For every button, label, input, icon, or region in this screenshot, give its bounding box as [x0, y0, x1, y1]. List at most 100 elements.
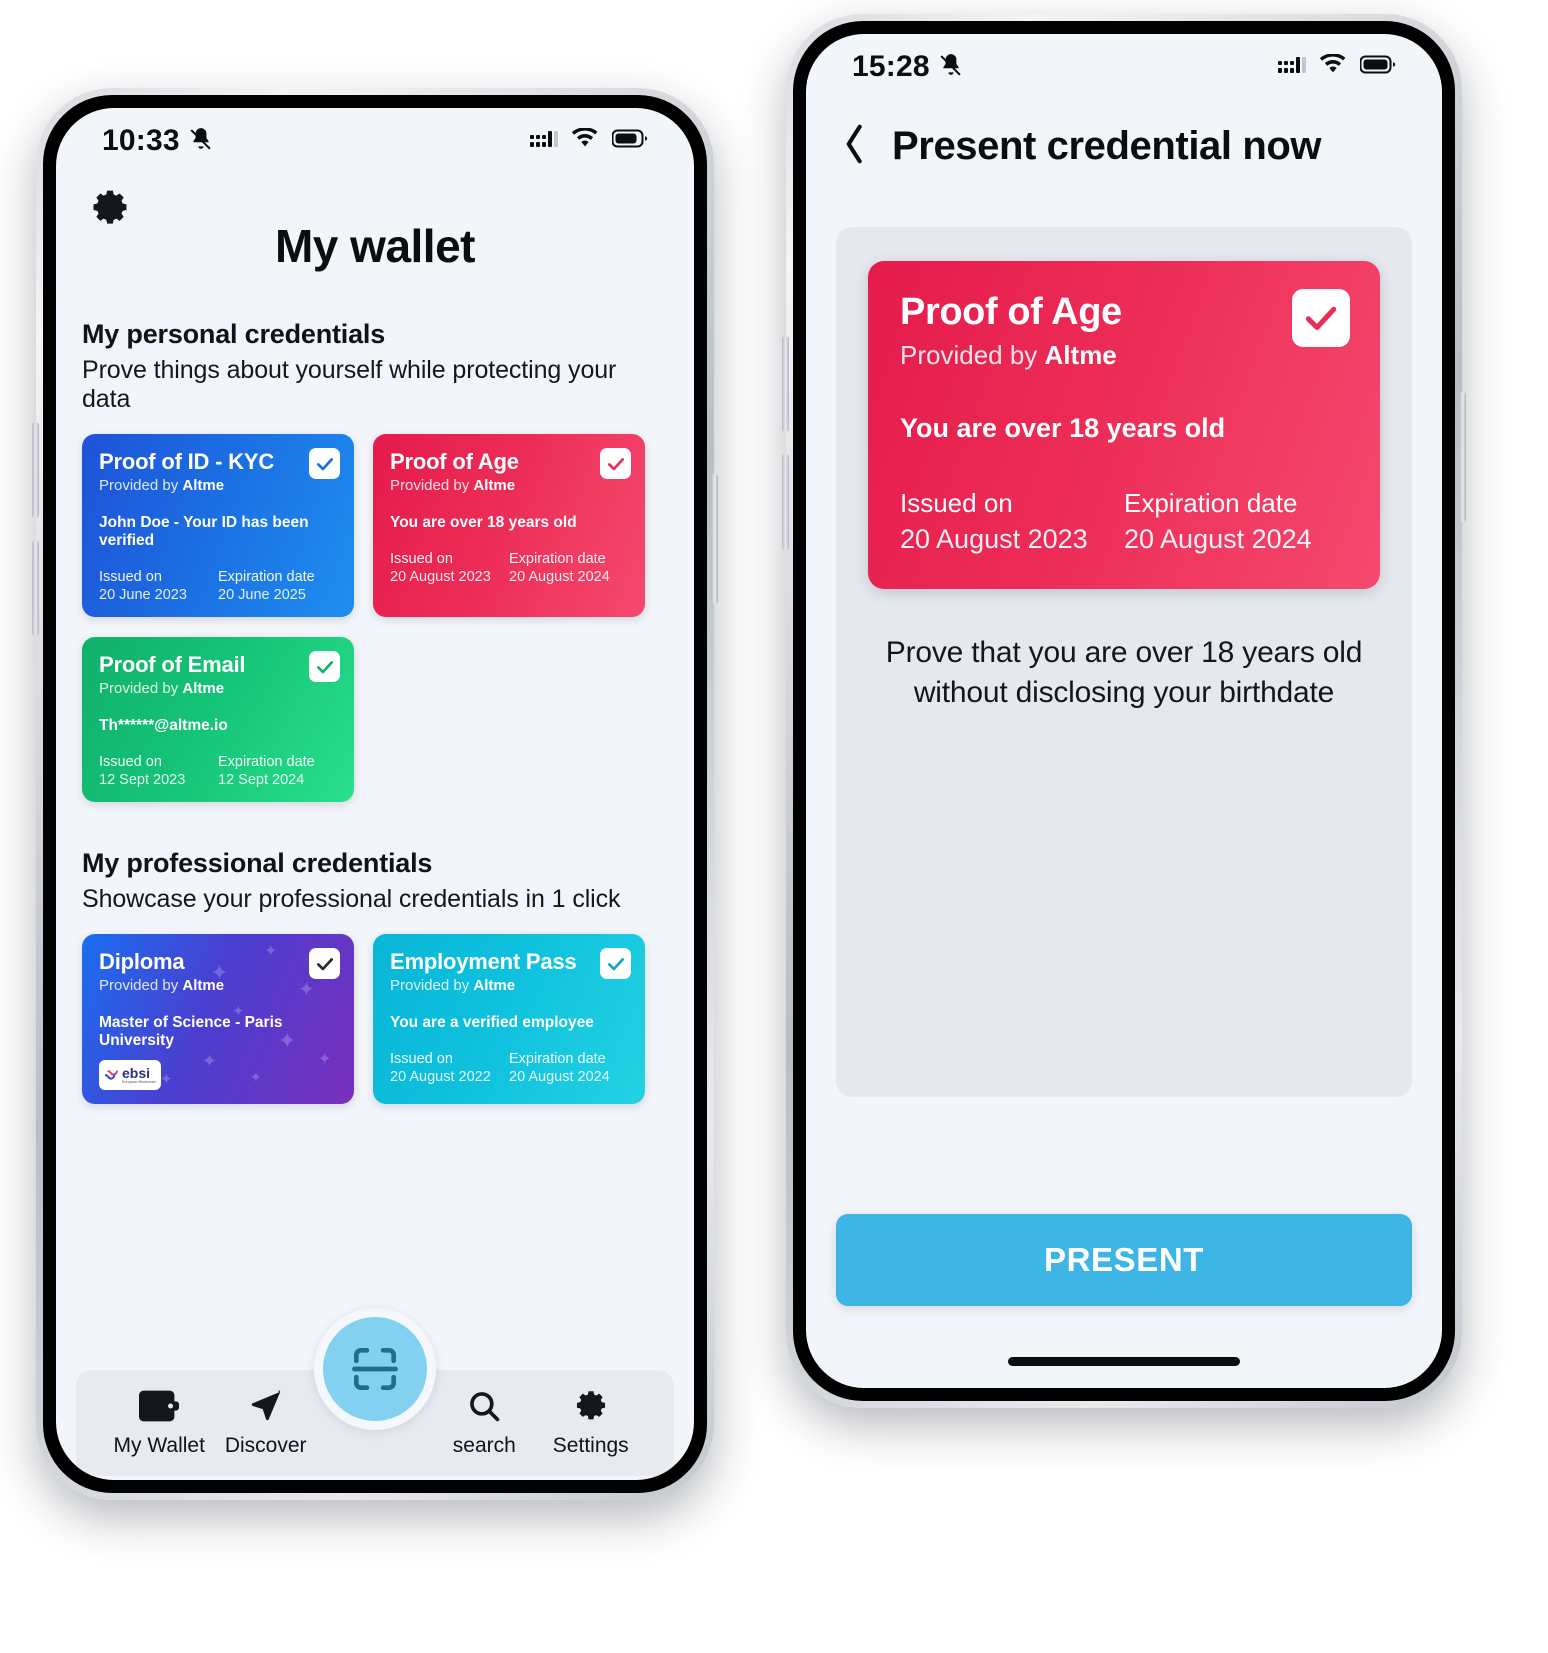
issued-value: 20 August 2023 — [900, 524, 1088, 554]
present-button[interactable]: PRESENT — [836, 1214, 1412, 1306]
expiration-date: Expiration date 12 Sept 2024 — [218, 754, 337, 788]
volume-down-button[interactable] — [32, 540, 39, 636]
credential-claim: Th******@altme.io — [99, 717, 228, 735]
sidebar-item-settings[interactable]: Settings — [538, 1389, 644, 1458]
volume-up-button[interactable] — [32, 422, 39, 518]
credential-title: Proof of Age — [900, 291, 1122, 333]
issued-label: Issued on — [99, 569, 162, 586]
power-button[interactable] — [1459, 392, 1466, 522]
section-professional-credentials: My professional credentials Showcase you… — [56, 848, 694, 1105]
provider-name: Altme — [182, 680, 225, 698]
chevron-left-icon — [846, 124, 862, 164]
credential-description: Prove that you are over 18 years old wit… — [885, 636, 1363, 709]
credential-dates: Issued on 20 June 2023 Expiration date 2… — [99, 569, 337, 603]
provider-prefix: Provided by — [99, 477, 183, 495]
credential-card-proof-of-id[interactable]: Proof of ID - KYC Provided by Altme John… — [82, 434, 354, 618]
provider-prefix: Provided by — [390, 977, 474, 995]
checkbox-selected[interactable] — [1292, 289, 1350, 347]
app-header: Present credential now — [806, 100, 1442, 171]
expiration-label: Expiration date — [1124, 488, 1298, 518]
section-subheading: Prove things about yourself while protec… — [82, 356, 617, 413]
provider-prefix: Provided by — [99, 977, 183, 995]
provider-name: Altme — [182, 977, 225, 995]
credential-claim: John Doe - Your ID has been verified — [99, 514, 309, 550]
expiration-value: 20 August 2024 — [1124, 524, 1312, 554]
expiration-value: 20 June 2025 — [218, 587, 306, 604]
expiration-date: Expiration date 20 August 2024 — [509, 551, 628, 585]
gear-icon — [93, 190, 127, 224]
expiration-label: Expiration date — [218, 569, 315, 586]
volume-up-button[interactable] — [782, 336, 789, 432]
phone-device-present: 15:28 Present credential now Proof of Ag… — [782, 14, 1466, 1408]
expiration-value: 20 August 2024 — [509, 569, 610, 586]
status-bar-right — [530, 127, 648, 154]
nav-label: My Wallet — [113, 1433, 205, 1457]
nav-label: Discover — [224, 1433, 307, 1457]
checkbox-selected[interactable] — [309, 448, 340, 479]
sidebar-item-discover[interactable]: Discover — [212, 1389, 318, 1458]
expiration-date: Expiration date 20 August 2024 — [509, 1051, 628, 1085]
credential-claim: You are over 18 years old — [900, 413, 1226, 443]
credential-claim: Master of Science - Paris University — [99, 1014, 283, 1050]
magnifier-icon — [470, 1391, 500, 1421]
scan-fab-halo — [314, 1308, 436, 1430]
credential-card-employment-pass[interactable]: Employment Pass Provided by Altme You ar… — [373, 934, 645, 1105]
paper-plane-icon — [251, 1390, 280, 1420]
credential-card-proof-of-email[interactable]: Proof of Email Provided by Altme Th*****… — [82, 637, 354, 803]
wifi-icon — [571, 127, 599, 154]
section-heading: My professional credentials — [82, 848, 433, 879]
expiration-label: Expiration date — [509, 551, 606, 568]
issued-label: Issued on — [390, 551, 453, 568]
provider-prefix: Provided by — [900, 340, 1045, 370]
scan-fab-button[interactable] — [323, 1317, 427, 1421]
expiration-label: Expiration date — [509, 1051, 606, 1068]
ebsi-mark-icon — [104, 1069, 119, 1080]
sidebar-item-search[interactable]: search — [431, 1389, 537, 1458]
expiration-date: Expiration date 20 June 2025 — [218, 569, 337, 603]
check-icon — [316, 957, 333, 971]
credential-provider: Provided by Altme — [99, 477, 337, 494]
status-bar-right — [1278, 53, 1396, 80]
issued-on: Issued on 20 August 2022 — [390, 1051, 509, 1085]
credential-title: Proof of Age — [390, 449, 519, 474]
nav-label: search — [452, 1433, 516, 1457]
status-time: 10:33 — [102, 124, 180, 157]
credential-dates: Issued on 20 August 2022 Expiration date… — [390, 1051, 628, 1085]
power-button[interactable] — [711, 474, 718, 604]
provider-prefix: Provided by — [390, 477, 474, 495]
checkbox-selected[interactable] — [309, 651, 340, 683]
credential-card-diploma[interactable]: ✦ ✦ ✦ ✦ ✦ ✦ ✦ ✦ ✦ Diploma Provided by Al… — [82, 934, 354, 1105]
cellular-signal-icon — [530, 129, 558, 154]
bell-muted-icon — [938, 52, 964, 83]
expiration-value: 20 August 2024 — [509, 1069, 610, 1086]
credential-title: Proof of ID - KYC — [99, 449, 275, 474]
issued-value: 20 August 2022 — [390, 1069, 491, 1086]
sidebar-item-my-wallet[interactable]: My Wallet — [106, 1389, 212, 1458]
credential-title: Diploma — [99, 949, 185, 975]
wallet-icon — [139, 1390, 180, 1421]
status-time: 15:28 — [852, 50, 930, 83]
credential-provider: Provided by Altme — [900, 340, 1348, 371]
ebsi-sublabel: European Blockchain — [122, 1080, 156, 1085]
issued-label: Issued on — [390, 1051, 453, 1068]
credential-dates: Issued on 12 Sept 2023 Expiration date 1… — [99, 754, 337, 788]
credential-card-proof-of-age[interactable]: Proof of Age Provided by Altme You are o… — [373, 434, 645, 618]
phone-bezel-wallet: 10:33 My wallet My personal credentials … — [43, 95, 707, 1493]
page-title: Present credential now — [892, 124, 1322, 168]
credential-dates: Issued on 20 August 2023 Expiration date… — [900, 488, 1348, 555]
volume-down-button[interactable] — [782, 454, 789, 550]
wifi-icon — [1319, 53, 1347, 80]
ebsi-logo: ebsi European Blockchain — [99, 1060, 161, 1091]
checkbox-selected[interactable] — [600, 448, 631, 479]
ebsi-text-group: ebsi European Blockchain — [122, 1066, 156, 1084]
status-bar: 15:28 — [806, 34, 1442, 100]
provider-prefix: Provided by — [99, 680, 183, 698]
section-heading: My personal credentials — [82, 319, 386, 349]
issued-on: Issued on 12 Sept 2023 — [99, 754, 218, 788]
checkbox-selected[interactable] — [600, 948, 631, 980]
issued-value: 20 June 2023 — [99, 587, 187, 604]
back-button[interactable] — [840, 122, 870, 171]
section-subheading: Showcase your professional credentials i… — [82, 885, 621, 914]
credential-card-proof-of-age[interactable]: Proof of Age Provided by Altme You are o… — [868, 261, 1380, 589]
checkbox-selected[interactable] — [309, 948, 340, 980]
